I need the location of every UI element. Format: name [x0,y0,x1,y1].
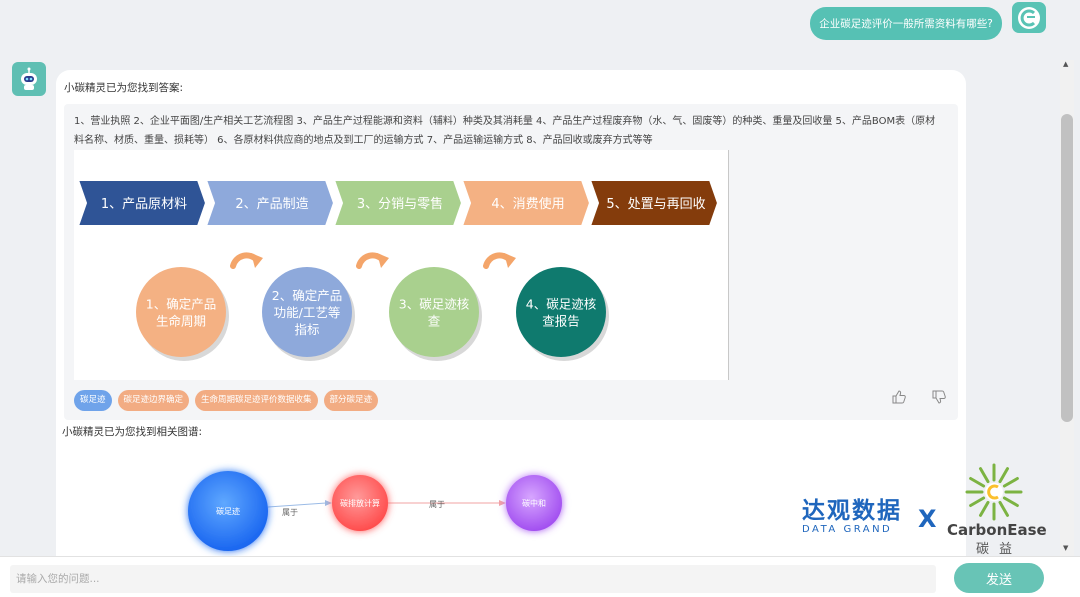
process-step-circle [136,267,226,357]
curved-arrow-head [377,253,389,268]
user-avatar [1012,2,1046,33]
carbonease-logo-name: CarbonEase [947,521,1047,539]
answer-card: 小碳精灵已为您找到答案: 1、营业执照 2、企业平面图/生产相关工艺流程图 3、… [56,70,966,556]
carbonease-spoke [969,477,986,488]
process-step-label: 2、确定产品 [272,288,342,303]
process-step-label: 生命周期 [156,314,206,329]
lifecycle-stage-label: 2、产品制造 [235,197,308,212]
carbonease-spoke [979,467,990,484]
input-bar: 发送 [0,556,1080,597]
lifecycle-stage-label: 5、处置与再回收 [606,197,705,212]
curved-arrow-head [251,253,263,268]
answer-intro: 小碳精灵已为您找到答案: [64,82,184,94]
lifecycle-stage-label: 4、消费使用 [491,196,564,212]
curved-arrow-head [504,253,516,268]
datagrand-logo-cn: 达观数据 [802,498,902,524]
process-step-label: 4、碳足迹核 [526,297,597,312]
carbonease-spoke [969,496,986,507]
graph-intro: 小碳精灵已为您找到相关图谱: [62,426,203,438]
answer-text: 1、营业执照 2、企业平面图/生产相关工艺流程图 3、产品生产过程能源和资料（辅… [74,116,936,146]
graph-edge-arrow [325,500,332,506]
knowledge-graph: 属于 属于 碳足迹 碳排放计算 碳中和 [56,442,776,560]
logo-separator-x: X [918,505,937,533]
process-step-label: 查 [428,314,441,329]
carbonease-logo-cn: 碳益 [976,542,1023,557]
related-tag[interactable]: 部分碳足迹 [323,390,379,411]
related-tag[interactable]: 生命周期碳足迹评价数据收集 [195,390,318,411]
lifecycle-stage-label: 1、产品原材料 [101,197,187,212]
scrollbar-thumb[interactable] [1061,114,1073,422]
graph-edge-label: 属于 [429,500,445,509]
process-step-label: 查报告 [542,314,580,329]
carbonease-spoke [1002,477,1019,488]
bot-avatar [12,62,46,96]
carbonease-spoke [979,500,990,517]
graph-edge [267,502,327,508]
process-step-label: 指标 [294,322,319,337]
carbon-footprint-diagram: 1、产品原材料 2、产品制造 3、分销与零售 4、消费使用 5、处置与再回收 1、确定产品… [74,150,729,380]
related-tag[interactable]: 碳足迹边界确定 [117,390,190,411]
answer-content: 1、营业执照 2、企业平面图/生产相关工艺流程图 3、产品生产过程能源和资料（辅… [64,104,958,420]
send-button[interactable]: 发送 [954,563,1044,593]
user-message-bubble: 企业碳足迹评价一般所需资料有哪些? [810,7,1002,40]
knowledge-graph-svg: 属于属于碳足迹碳排放计算 碳中和 [188,471,562,551]
feedback-actions [892,390,946,404]
graph-node-label: 碳中和 [522,498,546,508]
datagrand-logo-en: DATA GRAND [802,524,893,535]
carbonease-spoke [998,467,1009,484]
related-tags: 碳足迹 碳足迹边界确定 生命周期碳足迹评价数据收集 部分碳足迹 [74,390,379,411]
graph-node-label: 碳排放计算 [340,498,380,508]
process-step-label: 3、碳足迹核 [399,297,470,312]
scroll-down-arrow[interactable]: ▼ [1063,544,1068,552]
process-step-label: 1、确定产品 [146,297,216,312]
scroll-up-arrow[interactable]: ▲ [1063,60,1068,68]
carbonease-spoke [998,500,1009,517]
graph-node-label: 碳足迹 [216,506,240,516]
process-step-circle [516,267,606,357]
user-message-text: 企业碳足迹评价一般所需资料有哪些? [819,18,993,30]
lifecycle-stage-label: 3、分销与零售 [357,196,443,212]
datagrand-logo: 达观数据 DATA GRAND [802,498,902,536]
carbonease-spoke [1002,496,1019,507]
question-input[interactable] [10,565,936,593]
graph-edge-arrow [499,500,506,506]
lifecycle-diagram-svg: 1、产品原材料 2、产品制造 3、分销与零售 4、消费使用 5、处置与再回收 1、确定产品… [76,179,720,361]
thumbs-up-icon[interactable] [892,390,906,404]
carbonease-mark-icon [965,463,1023,521]
robot-icon [21,67,37,90]
graph-edge-label: 属于 [282,508,298,517]
process-step-circle [389,267,479,357]
thumbs-down-icon[interactable] [932,390,946,404]
related-tag[interactable]: 碳足迹 [74,390,112,411]
process-step-label: 功能/工艺等 [274,305,341,320]
carbonease-avatar-icon [1018,6,1040,29]
